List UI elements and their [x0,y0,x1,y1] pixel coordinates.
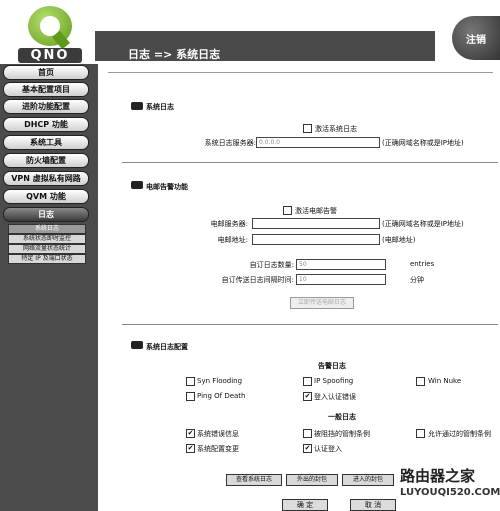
sidebar-item-firewall[interactable]: 防火墙配置 [3,153,89,168]
cancel-button[interactable]: 取 消 [350,499,396,511]
email-address-hint: (电邮地址) [382,236,416,244]
alert-log-heading: 告警日志 [318,362,346,370]
outgoing-packets-button[interactable]: 外出的封包 [286,474,338,486]
log-count-label: 自订日志数量: [249,261,294,269]
sidebar: 首页 基本配置项目 进阶功能配置 DHCP 功能 系统工具 防火墙配置 VPN … [0,64,98,511]
login-error-label: 登入认证错误 [314,393,356,401]
ip-spoofing-checkbox[interactable] [303,377,312,386]
log-count-unit: entries [410,260,435,268]
email-address-label: 电邮地址: [217,236,248,244]
email-section-title: 电邮告警功能 [146,183,188,191]
system-error-checkbox[interactable]: ✔ [186,429,195,438]
page-title: 日志 => 系统日志 [128,48,221,61]
section-icon [131,181,143,189]
config-change-label: 系统配置变更 [197,445,239,453]
login-error-checkbox[interactable]: ✔ [303,392,312,401]
auth-login-checkbox[interactable]: ✔ [303,444,312,453]
email-server-label: 电邮服务器: [210,220,248,228]
watermark: 路由器之家 LUYOUQI520.COM [398,463,500,511]
main-content: 系统日志 激活系统日志 系统日志服务器: 0.0.0.0 (正确网域名称或是IP… [98,64,500,511]
general-log-heading: 一般日志 [328,413,356,421]
section-icon [131,102,143,110]
blocked-rules-label: 被阻挡的管制条例 [314,430,370,438]
send-email-now-button[interactable]: 立即传送电邮日志 [290,297,354,309]
send-interval-unit: 分钟 [410,276,424,284]
auth-login-label: 认证登入 [314,445,342,453]
content-border [108,72,493,73]
subnav-system-log[interactable]: 系统日志 [8,224,86,234]
sidebar-item-log[interactable]: 日志 [3,207,89,222]
send-interval-label: 自订传送日志间隔时间: [221,276,294,284]
syslog-server-label: 系统日志服务器: [204,139,256,147]
enable-email-checkbox[interactable] [283,206,292,215]
logout-button[interactable]: 注销 [452,16,500,60]
email-server-input[interactable] [252,218,380,229]
enable-syslog-label: 激活系统日志 [315,125,357,133]
view-system-log-button[interactable]: 查看系统日志 [226,474,282,486]
email-server-hint: (正确网域名称或是IP地址) [382,220,464,228]
syslog-server-hint: (正确网域名称或是IP地址) [382,139,464,147]
blocked-rules-checkbox[interactable] [303,429,312,438]
incoming-packets-button[interactable]: 进入的封包 [342,474,394,486]
ip-spoofing-label: IP Spoofing [314,377,354,385]
allowed-rules-checkbox[interactable] [416,429,425,438]
enable-syslog-checkbox[interactable] [303,124,312,133]
logo-text: QNO [18,48,82,63]
win-nuke-label: Win Nuke [428,377,462,385]
syslog-section-title: 系统日志 [146,103,174,111]
email-address-input[interactable] [252,234,380,245]
ping-of-death-label: Ping Of Death [197,392,246,400]
ok-button[interactable]: 确 定 [282,499,328,511]
qno-logo: QNO [18,6,90,63]
sidebar-item-vpn[interactable]: VPN 虚拟私有网路 [3,171,89,186]
section-icon [131,341,143,349]
subnav-realtime-monitor[interactable]: 系统状态即时监控 [8,234,86,244]
watermark-title: 路由器之家 [400,467,476,485]
send-interval-input[interactable]: 10 [296,274,386,285]
system-error-label: 系统错误信息 [197,430,239,438]
config-change-checkbox[interactable]: ✔ [186,444,195,453]
sidebar-item-home[interactable]: 首页 [3,65,89,80]
log-count-input[interactable]: 50 [296,259,386,270]
watermark-url: LUYOUQI520.COM [400,487,500,498]
subnav-traffic-stats[interactable]: 网络流量状态统计 [8,244,86,254]
syn-flooding-label: Syn Flooding [197,377,243,385]
sidebar-item-dhcp[interactable]: DHCP 功能 [3,117,89,132]
subnav-ip-port-status[interactable]: 特定 IP 及端口状态 [8,254,86,264]
enable-email-label: 激活电邮告警 [295,207,337,215]
header: 日志 => 系统日志 注销 QNO [0,0,500,68]
divider [122,324,498,325]
sidebar-item-advanced[interactable]: 进阶功能配置 [3,99,89,114]
sidebar-item-basic-config[interactable]: 基本配置项目 [3,82,89,97]
sidebar-item-system-tools[interactable]: 系统工具 [3,135,89,150]
divider [122,162,498,163]
syn-flooding-checkbox[interactable] [186,377,195,386]
ping-of-death-checkbox[interactable] [186,392,195,401]
allowed-rules-label: 允许通过的管制条例 [428,430,491,438]
syslog-server-input[interactable]: 0.0.0.0 [256,137,380,148]
config-section-title: 系统日志配置 [146,343,188,351]
sidebar-item-qvm[interactable]: QVM 功能 [3,189,89,204]
win-nuke-checkbox[interactable] [416,377,425,386]
